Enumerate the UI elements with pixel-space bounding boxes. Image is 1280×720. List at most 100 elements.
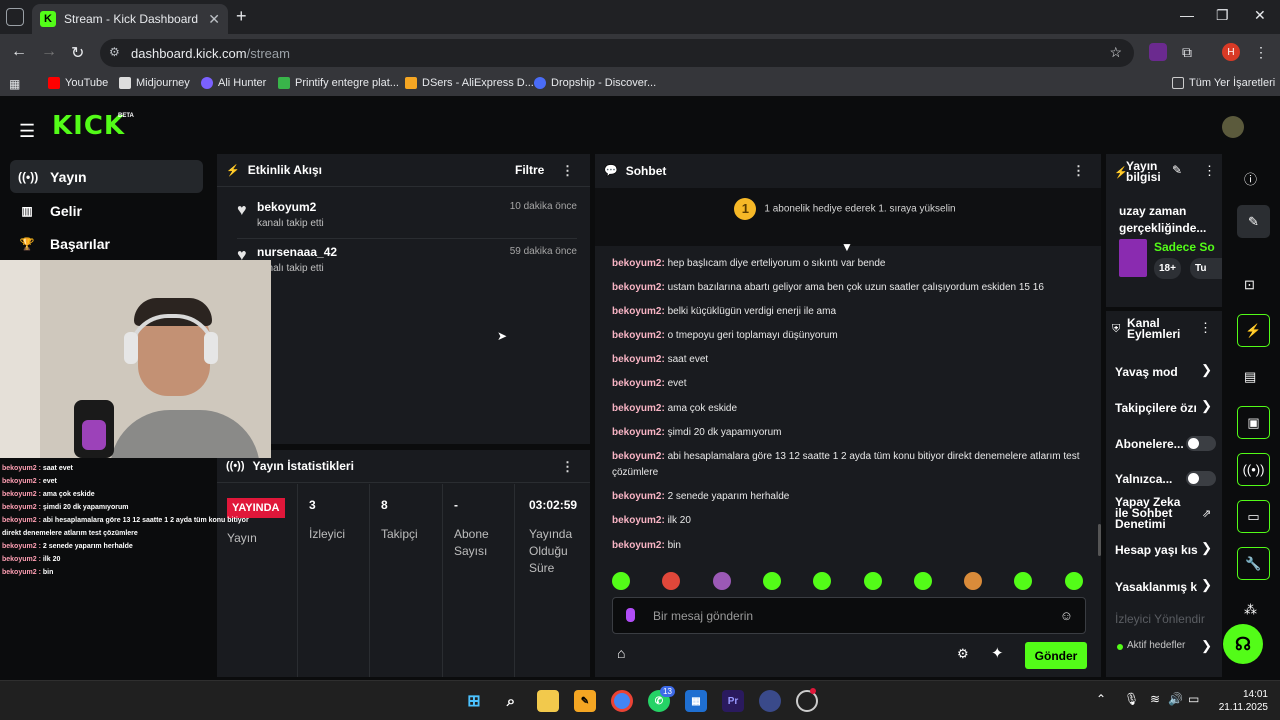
microphone-icon[interactable] — [626, 608, 635, 622]
chat-username[interactable]: bekoyum2: — [612, 515, 665, 526]
bookmark-ali-hunter[interactable]: Ali Hunter — [201, 77, 266, 89]
kick-logo[interactable]: KICK — [52, 111, 125, 141]
start-icon[interactable]: ⊞ — [463, 690, 485, 712]
mic-tray-icon[interactable]: 🎙 — [1124, 692, 1139, 706]
chat-username[interactable]: bekoyum2: — [612, 540, 665, 551]
paint-app-icon[interactable]: ✎ — [574, 690, 596, 712]
activity-menu-icon[interactable]: ⋮ — [561, 163, 574, 179]
chevron-right-icon[interactable]: ❯ — [1201, 398, 1212, 414]
search-icon[interactable]: ⌕ — [500, 690, 522, 712]
chat-menu-icon[interactable]: ⋮ — [1072, 163, 1085, 179]
all-bookmarks-folder[interactable]: Tüm Yer İşaretleri — [1172, 77, 1275, 89]
file-explorer-icon[interactable] — [537, 690, 559, 712]
battery-icon[interactable]: ▭ — [1188, 692, 1199, 706]
action-slow-mode[interactable]: Yavaş mod — [1115, 365, 1215, 379]
support-headset-icon[interactable]: ☊ — [1223, 624, 1263, 664]
chat-username[interactable]: bekoyum2: — [612, 354, 665, 365]
chat-username[interactable]: bekoyum2: — [612, 330, 665, 341]
close-tab-icon[interactable]: ✕ — [208, 11, 220, 28]
send-button[interactable]: Gönder — [1025, 642, 1087, 669]
tray-chevron-icon[interactable]: ⌃ — [1096, 692, 1106, 706]
rail-video-icon[interactable]: ▭ — [1237, 500, 1270, 533]
browser-menu-icon[interactable]: ⋮ — [1252, 43, 1270, 61]
rail-broadcast-icon[interactable]: ((•)) — [1237, 453, 1270, 486]
menu-icon[interactable]: ☰ — [19, 121, 35, 142]
bookmark-youtube[interactable]: YouTube — [48, 77, 108, 89]
active-goals[interactable]: Aktif hedefler — [1127, 640, 1185, 651]
activity-user[interactable]: nursenaaa_42 — [257, 245, 337, 259]
rail-edit-pencil-icon[interactable]: ✎ — [1237, 205, 1270, 238]
chat-username[interactable]: bekoyum2: — [612, 427, 665, 438]
bookmark-printify[interactable]: Printify entegre plat... — [278, 77, 399, 89]
rail-chat-icon[interactable]: ▣ — [1237, 406, 1270, 439]
emote-icon[interactable] — [913, 572, 932, 590]
bookmark-midjourney[interactable]: Midjourney — [119, 77, 190, 89]
chat-username[interactable]: bekoyum2: — [612, 491, 665, 502]
rail-wrench-icon[interactable]: 🔧 — [1237, 547, 1270, 580]
actions-menu-icon[interactable]: ⋮ — [1199, 320, 1212, 336]
site-info-icon[interactable]: ⚙ — [109, 45, 120, 59]
action-account-age[interactable]: Hesap yaşı kıs — [1115, 543, 1215, 557]
extensions-puzzle-icon[interactable]: ⧉ — [1178, 43, 1196, 61]
minimize-icon[interactable]: — — [1180, 7, 1194, 23]
category-thumbnail[interactable] — [1119, 239, 1147, 277]
info-icon[interactable]: ⓘ — [1244, 169, 1257, 188]
close-window-icon[interactable]: ✕ — [1254, 7, 1266, 24]
chat-input[interactable]: Bir mesaj gönderin ☺ — [612, 597, 1086, 634]
bookmark-dsers[interactable]: DSers - AliExpress D... — [405, 77, 534, 89]
subscribers-only-toggle[interactable] — [1186, 436, 1216, 451]
chat-username[interactable]: bekoyum2: — [612, 282, 665, 293]
emote-icon[interactable] — [612, 572, 630, 590]
system-clock[interactable]: 14:01 21.11.2025 — [1219, 688, 1268, 714]
chevron-right-icon[interactable]: ❯ — [1201, 638, 1212, 654]
emote-icon[interactable] — [762, 572, 781, 590]
profile-avatar[interactable]: H — [1222, 43, 1240, 61]
nav-item-basarilar[interactable]: 🏆 Başarılar — [10, 227, 203, 260]
maximize-icon[interactable]: ❐ — [1216, 7, 1229, 24]
browser-tab[interactable]: K Stream - Kick Dashboard ✕ — [32, 4, 228, 34]
chat-username[interactable]: bekoyum2: — [612, 378, 665, 389]
new-tab-button[interactable]: + — [236, 6, 247, 27]
emote-icon[interactable] — [863, 572, 882, 590]
store-icon[interactable]: ⌂ — [617, 645, 625, 661]
tab-search-icon[interactable] — [6, 8, 24, 26]
action-followers-only[interactable]: Takipçilere özı — [1115, 401, 1215, 415]
store-icon[interactable]: ▦ — [685, 690, 707, 712]
rail-capture-icon[interactable]: ⊡ — [1244, 277, 1255, 293]
only-toggle[interactable] — [1186, 471, 1216, 486]
extension-icon[interactable] — [1149, 43, 1167, 61]
emote-icon[interactable] — [813, 572, 832, 590]
reload-icon[interactable]: ↻ — [71, 43, 84, 63]
emote-icon[interactable] — [1064, 572, 1083, 590]
chat-username[interactable]: bekoyum2: — [612, 451, 665, 462]
forward-icon[interactable]: → — [41, 43, 57, 61]
apps-grid-icon[interactable]: ▦ — [9, 77, 20, 91]
premiere-icon[interactable]: Pr — [722, 690, 744, 712]
emote-icon[interactable] — [712, 572, 731, 590]
rail-lightning-icon[interactable]: ⚡ — [1237, 314, 1270, 347]
chat-username[interactable]: bekoyum2: — [612, 258, 665, 269]
chevron-right-icon[interactable]: ❯ — [1201, 540, 1212, 556]
chat-username[interactable]: bekoyum2: — [612, 403, 665, 414]
emote-icon[interactable] — [662, 572, 681, 590]
rail-community-icon[interactable]: ⁂ — [1244, 602, 1257, 618]
stats-menu-icon[interactable]: ⋮ — [561, 459, 574, 475]
nav-item-gelir[interactable]: ▥ Gelir — [10, 194, 203, 227]
action-banned-words[interactable]: Yasaklanmış k — [1115, 580, 1211, 594]
gift-icon[interactable]: ✦ — [991, 644, 1004, 662]
bookmark-dropship[interactable]: Dropship - Discover... — [534, 77, 656, 89]
app-icon[interactable] — [759, 690, 781, 712]
activity-user[interactable]: bekoyum2 — [257, 200, 316, 214]
emote-icon[interactable] — [964, 572, 983, 590]
emoji-icon[interactable]: ☺ — [1060, 608, 1073, 623]
url-field[interactable]: ⚙ dashboard.kick.com/stream ☆ — [100, 39, 1134, 67]
settings-gear-icon[interactable]: ⚙ — [957, 646, 969, 662]
chat-username[interactable]: bekoyum2: — [612, 306, 665, 317]
edit-pencil-icon[interactable]: ✎ — [1172, 163, 1182, 177]
chat-scrollbar[interactable] — [1098, 524, 1101, 556]
chevron-right-icon[interactable]: ❯ — [1201, 362, 1212, 378]
user-avatar[interactable] — [1222, 116, 1244, 138]
filter-button[interactable]: Filtre — [515, 163, 544, 177]
chevron-right-icon[interactable]: ❯ — [1201, 577, 1212, 593]
chrome-icon[interactable] — [611, 690, 633, 712]
